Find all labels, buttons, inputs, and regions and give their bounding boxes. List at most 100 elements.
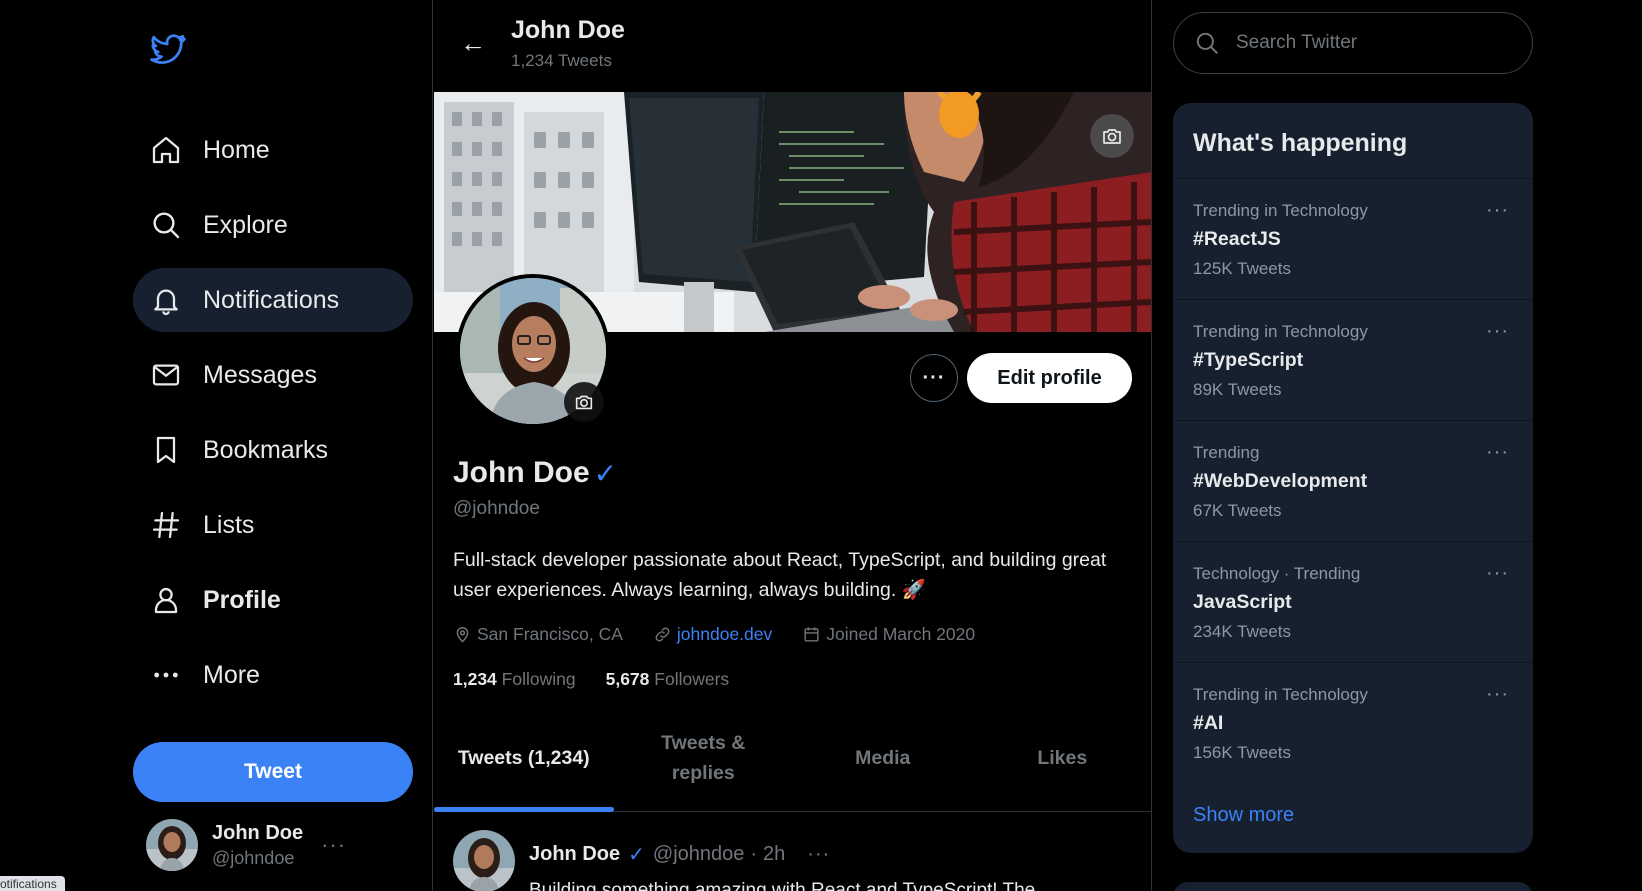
- trend-context: Trending in Technology: [1193, 201, 1368, 220]
- nav-bookmarks-label: Bookmarks: [203, 435, 329, 464]
- profile-tabs: Tweets (1,234) Tweets & replies Media Li…: [434, 704, 1152, 812]
- header-tweet-count: 1,234 Tweets: [511, 51, 612, 70]
- tab-tweets[interactable]: Tweets (1,234): [434, 704, 614, 812]
- trend-more-icon[interactable]: ···: [1486, 683, 1509, 706]
- trend-count: 125K Tweets: [1193, 259, 1291, 278]
- profile-name-row: John Doe ✓: [453, 456, 617, 490]
- account-menu-icon[interactable]: ···: [321, 832, 346, 858]
- location-pin-icon: [456, 627, 469, 643]
- link-icon: [655, 627, 670, 642]
- trend-context: Technology · Trending: [1193, 564, 1361, 583]
- avatar: [146, 819, 198, 871]
- search-input[interactable]: [1236, 32, 1506, 54]
- tab-likes[interactable]: Likes: [973, 704, 1152, 811]
- nav-home-label: Home: [203, 135, 270, 164]
- back-arrow-icon[interactable]: ←: [460, 28, 486, 59]
- status-tooltip: otifications: [0, 876, 65, 891]
- trend-item[interactable]: Trending #WebDevelopment 67K Tweets ···: [1173, 421, 1533, 542]
- trends-title: What's happening: [1173, 103, 1533, 179]
- trend-tag: #TypeScript: [1193, 349, 1304, 371]
- tweet-button[interactable]: Tweet: [133, 742, 413, 802]
- calendar-icon: [804, 627, 819, 642]
- profile-name: John Doe: [453, 456, 590, 489]
- nav-notifications-label: Notifications: [203, 285, 340, 314]
- profile-header: ← John Doe 1,234 Tweets: [434, 0, 1151, 92]
- trend-item[interactable]: Trending in Technology #TypeScript 89K T…: [1173, 300, 1533, 421]
- trend-count: 234K Tweets: [1193, 622, 1291, 641]
- nav-lists-label: Lists: [203, 510, 255, 539]
- tweet-author-handle[interactable]: @johndoe: [653, 843, 744, 866]
- following-link[interactable]: 1,234 Following: [453, 669, 576, 690]
- trend-count: 67K Tweets: [1193, 501, 1282, 520]
- tweet-avatar[interactable]: [453, 830, 515, 891]
- bell-icon: [149, 283, 183, 317]
- trend-count: 156K Tweets: [1193, 743, 1291, 762]
- verified-icon: ✓: [628, 844, 645, 866]
- nav-lists[interactable]: Lists: [133, 493, 413, 557]
- hash-icon: [149, 508, 183, 542]
- nav-home[interactable]: Home: [133, 118, 413, 182]
- tweet-menu-icon[interactable]: ···: [807, 843, 830, 866]
- followers-count: 5,678: [605, 669, 650, 689]
- following-count: 1,234: [453, 669, 497, 689]
- trend-context: Trending: [1193, 443, 1260, 462]
- trend-context: Trending in Technology: [1193, 685, 1368, 704]
- tweet-header: John Doe ✓ @johndoe · 2h ···: [529, 842, 830, 867]
- tweet-text: Building something amazing with React an…: [529, 880, 1036, 891]
- who-to-follow-panel: [1173, 882, 1533, 891]
- edit-profile-button[interactable]: Edit profile: [967, 353, 1132, 403]
- tweet-item[interactable]: John Doe ✓ @johndoe · 2h ··· Building so…: [453, 830, 1143, 891]
- account-switcher[interactable]: John Doe @johndoe ···: [146, 815, 416, 875]
- banner-camera-icon[interactable]: [1090, 114, 1134, 158]
- search-icon: [149, 208, 183, 242]
- tab-tweets-replies-label: Tweets & replies: [661, 731, 746, 784]
- trend-tag: #ReactJS: [1193, 228, 1281, 250]
- trend-count: 89K Tweets: [1193, 380, 1282, 399]
- nav-messages[interactable]: Messages: [133, 343, 413, 407]
- bookmark-icon: [149, 433, 183, 467]
- profile-more-button[interactable]: ···: [910, 354, 958, 402]
- avatar-camera-icon[interactable]: [564, 382, 604, 422]
- trend-more-icon[interactable]: ···: [1486, 562, 1509, 585]
- trend-more-icon[interactable]: ···: [1486, 320, 1509, 343]
- tweet-author-name[interactable]: John Doe: [529, 843, 620, 866]
- search-icon: [1196, 32, 1218, 54]
- home-icon: [149, 133, 183, 167]
- trend-more-icon[interactable]: ···: [1486, 199, 1509, 222]
- main-nav: Home Explore Notifications Messages Book…: [133, 118, 413, 718]
- verified-icon: ✓: [593, 457, 618, 489]
- following-label: Following: [501, 669, 576, 689]
- mail-icon: [149, 358, 183, 392]
- nav-notifications[interactable]: Notifications: [133, 268, 413, 332]
- nav-bookmarks[interactable]: Bookmarks: [133, 418, 413, 482]
- trend-tag: JavaScript: [1193, 591, 1292, 613]
- tab-tweets-replies[interactable]: Tweets & replies: [614, 704, 794, 811]
- followers-label: Followers: [654, 669, 730, 689]
- user-icon: [149, 583, 183, 617]
- tweet-separator: ·: [750, 843, 758, 865]
- show-more-link[interactable]: Show more: [1173, 784, 1533, 827]
- tab-media[interactable]: Media: [793, 704, 973, 811]
- twitter-logo-icon[interactable]: [148, 30, 188, 66]
- joined-item: Joined March 2020: [802, 624, 975, 645]
- search-box[interactable]: [1173, 12, 1533, 74]
- more-icon: [149, 658, 183, 692]
- profile-column: ← John Doe 1,234 Tweets ··· Edit profile…: [434, 0, 1152, 891]
- profile-meta: San Francisco, CA johndoe.dev Joined Mar…: [453, 624, 1005, 645]
- followers-link[interactable]: 5,678 Followers: [606, 669, 730, 690]
- nav-explore[interactable]: Explore: [133, 193, 413, 257]
- header-name: John Doe: [511, 16, 625, 44]
- trend-more-icon[interactable]: ···: [1486, 441, 1509, 464]
- trends-panel: What's happening Trending in Technology …: [1173, 103, 1533, 853]
- trend-item[interactable]: Trending in Technology #ReactJS 125K Twe…: [1173, 179, 1533, 300]
- tweet-time[interactable]: 2h: [763, 843, 785, 866]
- account-name: John Doe: [212, 821, 304, 844]
- trend-item[interactable]: Trending in Technology #AI 156K Tweets ·…: [1173, 663, 1533, 784]
- trend-item[interactable]: Technology · Trending JavaScript 234K Tw…: [1173, 542, 1533, 663]
- profile-bio: Full-stack developer passionate about Re…: [453, 549, 1107, 601]
- nav-profile[interactable]: Profile: [133, 568, 413, 632]
- trend-context: Trending in Technology: [1193, 322, 1368, 341]
- nav-more[interactable]: More: [133, 643, 413, 707]
- profile-website-link[interactable]: johndoe.dev: [677, 624, 772, 645]
- location-item: San Francisco, CA: [453, 624, 623, 645]
